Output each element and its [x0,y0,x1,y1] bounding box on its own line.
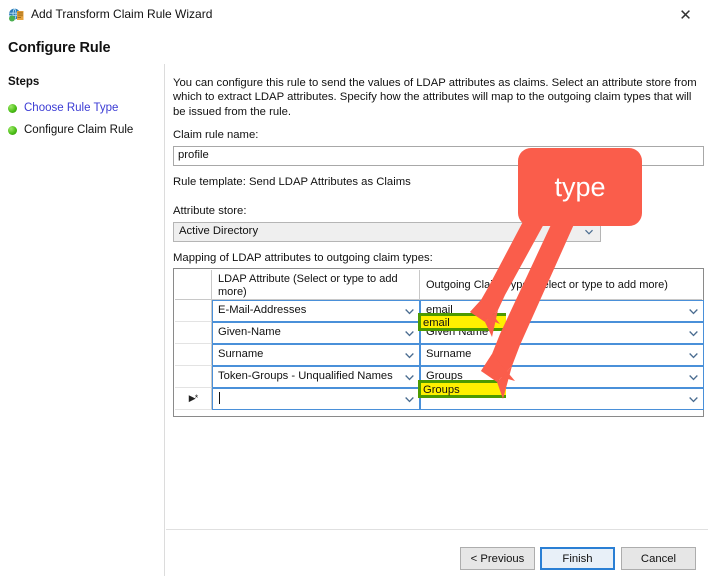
chevron-down-icon[interactable] [404,350,415,361]
new-row-indicator[interactable]: ▶* [175,388,212,410]
cell-value: Given-Name [218,326,281,338]
chevron-down-icon[interactable] [688,306,699,317]
step-current-icon [8,125,17,135]
chevron-down-icon[interactable] [404,372,415,383]
claim-rule-name-label: Claim rule name: [173,129,259,141]
row-selector[interactable] [175,300,212,322]
table-row[interactable]: Token-Groups - Unqualified Names Groups [175,366,704,388]
chevron-down-icon[interactable] [404,328,415,339]
cell-outgoing-claim-type[interactable] [420,388,704,410]
previous-button[interactable]: < Previous [460,547,535,570]
window-titlebar: Add Transform Claim Rule Wizard ✕ [0,0,708,30]
sidebar-item-label: Configure Claim Rule [24,124,134,136]
cell-outgoing-claim-type[interactable]: Surname [420,344,704,366]
grid-header-outgoing-claim-type: Outgoing Claim Type (Select or type to a… [426,279,668,291]
mapping-label: Mapping of LDAP attributes to outgoing c… [173,252,433,264]
table-row-new[interactable]: ▶* [175,388,704,410]
chevron-down-icon[interactable] [688,328,699,339]
grid-header-selector [175,270,212,300]
annotation-callout: type [518,148,642,226]
rule-template-label: Rule template: Send LDAP Attributes as C… [173,176,411,188]
cell-ldap-attribute[interactable]: Token-Groups - Unqualified Names [212,366,420,388]
sidebar-item-label: Choose Rule Type [24,102,119,114]
cell-value: Token-Groups - Unqualified Names [218,370,393,382]
text-caret [219,392,220,404]
window-title: Add Transform Claim Rule Wizard [31,7,213,21]
table-row[interactable]: Surname Surname [175,344,704,366]
chevron-down-icon[interactable] [688,372,699,383]
step-complete-icon [8,103,17,113]
cell-value: E-Mail-Addresses [218,304,307,316]
row-selector[interactable] [175,322,212,344]
intro-text: You can configure this rule to send the … [173,77,697,118]
steps-header: Steps [8,76,40,88]
cell-value: Groups [426,370,463,382]
claim-mapping-grid: LDAP Attribute (Select or type to add mo… [173,268,704,417]
page-title: Configure Rule [8,40,111,56]
cell-ldap-attribute[interactable]: Surname [212,344,420,366]
row-selector[interactable] [175,344,212,366]
cell-outgoing-claim-type[interactable]: Groups [420,366,704,388]
attribute-store-label: Attribute store: [173,205,247,217]
attribute-store-value: Active Directory [179,225,259,237]
adfs-globe-icon [8,7,25,23]
cell-ldap-attribute[interactable] [212,388,420,410]
table-row[interactable]: E-Mail-Addresses email [175,300,704,322]
chevron-down-icon[interactable] [688,350,699,361]
finish-button[interactable]: Finish [540,547,615,570]
cell-ldap-attribute[interactable]: E-Mail-Addresses [212,300,420,322]
sidebar-item-configure-claim-rule[interactable]: Configure Claim Rule [8,122,133,138]
callout-label: type [554,171,606,202]
cell-outgoing-claim-type[interactable]: email [420,300,704,322]
cell-outgoing-claim-type[interactable]: Given Name [420,322,704,344]
cell-value: email [426,304,453,316]
table-row[interactable]: Given-Name Given Name [175,322,704,344]
sidebar-item-choose-rule-type[interactable]: Choose Rule Type [8,100,118,116]
steps-sidebar: Steps Choose Rule Type Configure Claim R… [0,64,165,576]
close-icon[interactable]: ✕ [663,0,708,30]
chevron-down-icon[interactable] [404,394,415,405]
chevron-down-icon[interactable] [688,394,699,405]
grid-header-row: LDAP Attribute (Select or type to add mo… [175,270,702,300]
chevron-down-icon[interactable] [404,306,415,317]
cell-value: Surname [218,348,264,360]
main-content: You can configure this rule to send the … [166,64,708,576]
grid-header-ldap-attribute: LDAP Attribute (Select or type to add mo… [212,270,420,300]
chevron-down-icon [584,227,594,237]
cancel-button[interactable]: Cancel [621,547,696,570]
cell-value: Given Name [426,326,489,338]
cell-ldap-attribute[interactable]: Given-Name [212,322,420,344]
row-selector[interactable] [175,366,212,388]
footer-divider [166,529,708,530]
cell-value: Surname [426,348,472,360]
